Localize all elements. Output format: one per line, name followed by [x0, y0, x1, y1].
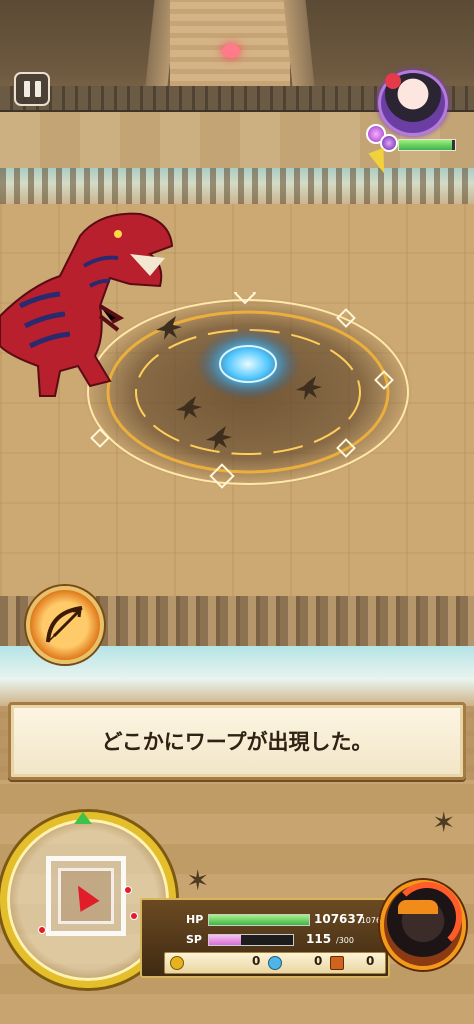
- flower-hair-icon: [385, 73, 401, 89]
- sp-max: /300: [336, 936, 354, 945]
- hp-value: 107637: [314, 912, 365, 926]
- leader-skill-gauge: [392, 882, 462, 952]
- minimap-enemy-marker: [124, 886, 132, 894]
- goggles-icon: [398, 900, 438, 914]
- north-indicator-icon: [74, 812, 92, 824]
- coin-count: 0: [252, 954, 261, 968]
- hp-label: HP: [186, 913, 204, 926]
- sp-value: 115: [306, 932, 332, 946]
- bow-arrow-icon: [46, 606, 83, 643]
- droplet-icon: [268, 956, 282, 970]
- droplet-count: 0: [314, 954, 323, 968]
- minimap-enemy-marker: [130, 912, 138, 920]
- sp-fill: [209, 935, 242, 945]
- sp-label: SP: [186, 933, 202, 946]
- pause-button[interactable]: [14, 72, 50, 106]
- sp-bar: [208, 934, 294, 946]
- hp-bar: [208, 914, 310, 926]
- pause-icon: [34, 81, 41, 97]
- red-tyrannosaurus-enemy[interactable]: [0, 206, 180, 406]
- minimap-enemy-marker: [38, 926, 46, 934]
- message-dialog[interactable]: どこかにワープが出現した。: [8, 702, 466, 780]
- north-corridor: [170, 0, 290, 86]
- coin-icon: [170, 956, 184, 970]
- hp-fill: [209, 915, 309, 925]
- distant-marker: [222, 44, 240, 58]
- ally-hp-fill: [399, 140, 453, 150]
- bow-skill-button[interactable]: [26, 586, 104, 664]
- chest-count: 0: [366, 954, 375, 968]
- ally-hp-bar: [398, 139, 456, 151]
- message-text: どこかにワープが出現した。: [101, 730, 373, 754]
- chest-icon: [330, 956, 344, 970]
- dead-bush: ✶: [186, 864, 210, 897]
- cliff-edge-upper: [0, 168, 474, 204]
- pause-icon: [23, 81, 30, 97]
- dead-bush: ✶: [432, 806, 456, 839]
